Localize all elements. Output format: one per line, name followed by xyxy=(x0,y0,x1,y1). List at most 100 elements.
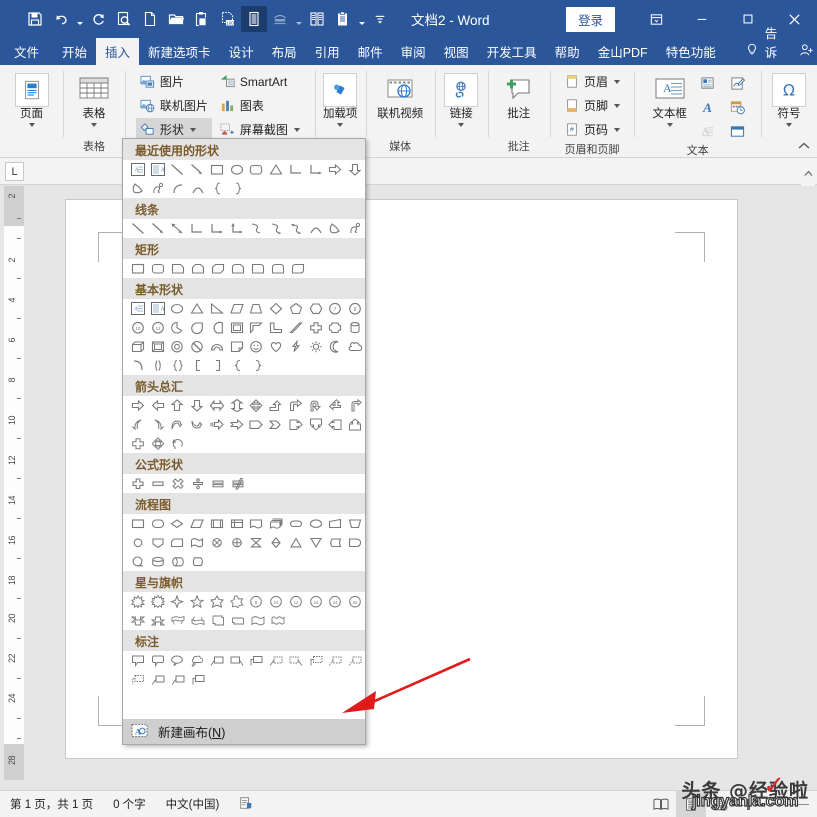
left-brace-shape[interactable] xyxy=(228,356,248,375)
hexagon-shape[interactable] xyxy=(306,299,326,318)
freeform-shape[interactable] xyxy=(326,219,346,238)
explosion-2-shape[interactable] xyxy=(148,592,168,611)
round-rect-callout-shape[interactable] xyxy=(148,651,168,670)
right-arrow-shape[interactable] xyxy=(326,160,346,179)
tab-view[interactable]: 视图 xyxy=(435,38,478,65)
clipboard-paste-dropdown-icon[interactable] xyxy=(356,6,367,32)
line-callout-5-shape[interactable] xyxy=(168,670,188,689)
textbox-button[interactable]: A 文本框 xyxy=(645,70,695,127)
cloud-callout-shape[interactable] xyxy=(187,651,207,670)
minus-sign-shape[interactable] xyxy=(148,474,168,493)
circular-arrow-shape[interactable] xyxy=(168,434,188,453)
tab-stop-selector[interactable]: L xyxy=(5,162,24,181)
line-callout-3-shape[interactable] xyxy=(247,651,267,670)
cube-shape[interactable] xyxy=(128,337,148,356)
link-button[interactable]: 链接 xyxy=(438,70,484,127)
flow-multidocument-shape[interactable] xyxy=(266,514,286,533)
line-callout-1-shape[interactable] xyxy=(207,651,227,670)
addins-dropdown-icon[interactable] xyxy=(337,123,343,127)
round-same-side-shape[interactable] xyxy=(268,259,288,278)
down-arrow-callout-shape[interactable] xyxy=(306,415,326,434)
up-arrow-shape[interactable] xyxy=(168,396,188,415)
snip-diagonal-shape[interactable] xyxy=(208,259,228,278)
oval-shape[interactable] xyxy=(168,299,188,318)
cross-shape[interactable] xyxy=(306,318,326,337)
drop-cap-button[interactable]: A xyxy=(697,121,719,142)
sign-in-button[interactable]: 登录 xyxy=(566,7,615,32)
flow-collate-shape[interactable] xyxy=(247,533,267,552)
up-arrow-callout-shape[interactable] xyxy=(345,415,365,434)
right-bracket-shape[interactable] xyxy=(208,356,228,375)
folded-corner-shape[interactable] xyxy=(227,337,247,356)
line-shape[interactable] xyxy=(168,160,188,179)
divide-sign-shape[interactable] xyxy=(188,474,208,493)
line-callout-3b-shape[interactable] xyxy=(306,651,326,670)
elbow-arrow-connector-shape[interactable] xyxy=(306,160,326,179)
word-count-icon[interactable]: 100 xyxy=(215,6,241,32)
scroll-up-button[interactable] xyxy=(801,160,815,186)
proofing-icon[interactable] xyxy=(229,796,263,813)
line-shape[interactable] xyxy=(128,219,148,238)
tab-design[interactable]: 设计 xyxy=(220,38,263,65)
link-dropdown-icon[interactable] xyxy=(458,123,464,127)
curved-right-arrow-shape[interactable] xyxy=(128,415,148,434)
round-single-corner-shape[interactable] xyxy=(248,259,268,278)
block-arc-shape[interactable] xyxy=(207,337,227,356)
zoom-slider-handle[interactable] xyxy=(747,799,750,810)
right-brace-shape[interactable] xyxy=(248,356,268,375)
curve-shape[interactable] xyxy=(247,219,267,238)
tab-review[interactable]: 审阅 xyxy=(392,38,435,65)
addins-button[interactable]: 加载项 xyxy=(318,70,362,127)
chart-button[interactable]: 图表 xyxy=(216,94,304,117)
footer-button[interactable]: 页脚 xyxy=(560,94,624,117)
donut-shape[interactable] xyxy=(168,337,188,356)
octagon-shape[interactable]: 8 xyxy=(345,299,365,318)
striped-right-arrow-shape[interactable] xyxy=(207,415,227,434)
tab-references[interactable]: 引用 xyxy=(306,38,349,65)
frame-shape[interactable] xyxy=(227,318,247,337)
zoom-out-button[interactable]: - xyxy=(740,797,744,812)
explosion-1-shape[interactable] xyxy=(128,592,148,611)
textbox-a-shape[interactable]: A xyxy=(128,299,148,318)
heart-shape[interactable] xyxy=(266,337,286,356)
new-document-icon[interactable] xyxy=(137,6,163,32)
tab-file[interactable]: 文件 xyxy=(0,38,53,65)
smartart-button[interactable]: SmartArt xyxy=(216,70,304,93)
elbow-connector-shape[interactable] xyxy=(187,219,207,238)
right-arrow-shape[interactable] xyxy=(128,396,148,415)
l-shape[interactable] xyxy=(266,318,286,337)
curved-down-arrow-shape[interactable] xyxy=(187,415,207,434)
scribble-shape[interactable] xyxy=(148,179,168,198)
line-double-arrow-shape[interactable] xyxy=(168,219,188,238)
textbox-dropdown-icon[interactable] xyxy=(667,123,673,127)
tab-new-tab[interactable]: 新建选项卡 xyxy=(139,38,220,65)
flow-offpage-shape[interactable] xyxy=(148,533,168,552)
table-button[interactable]: 表格 xyxy=(67,70,121,127)
star-8-shape[interactable]: 8 xyxy=(247,592,267,611)
horizontal-scroll-shape[interactable] xyxy=(228,611,248,630)
header-dropdown-icon[interactable] xyxy=(614,80,620,84)
format-painter-dropdown-icon[interactable] xyxy=(293,6,304,32)
customize-qat-icon[interactable] xyxy=(367,6,393,32)
page-number-button[interactable]: # 页码 xyxy=(560,118,624,141)
symbol-button[interactable]: Ω 符号 xyxy=(766,70,812,127)
plaque-shape[interactable] xyxy=(326,318,346,337)
flow-decision-shape[interactable] xyxy=(168,514,188,533)
wave-shape[interactable] xyxy=(248,611,268,630)
shapes-dropdown-icon[interactable] xyxy=(190,128,196,132)
language-indicator[interactable]: 中文(中国) xyxy=(156,796,230,812)
chevron-arrow-shape[interactable] xyxy=(266,415,286,434)
multiply-sign-shape[interactable] xyxy=(168,474,188,493)
tab-featured[interactable]: 特色功能 xyxy=(657,38,725,65)
u-turn-arrow-shape[interactable] xyxy=(306,396,326,415)
parallelogram-shape[interactable] xyxy=(227,299,247,318)
oval-shape[interactable] xyxy=(227,160,247,179)
cloud-shape[interactable] xyxy=(345,337,365,356)
snip-single-corner-shape[interactable] xyxy=(168,259,188,278)
table-dropdown-icon[interactable] xyxy=(91,123,97,127)
no-symbol-shape[interactable] xyxy=(187,337,207,356)
decagon-shape[interactable]: 10 xyxy=(128,318,148,337)
arc-shape[interactable] xyxy=(168,179,188,198)
right-brace-shape[interactable] xyxy=(228,179,248,198)
save-icon[interactable] xyxy=(22,6,48,32)
